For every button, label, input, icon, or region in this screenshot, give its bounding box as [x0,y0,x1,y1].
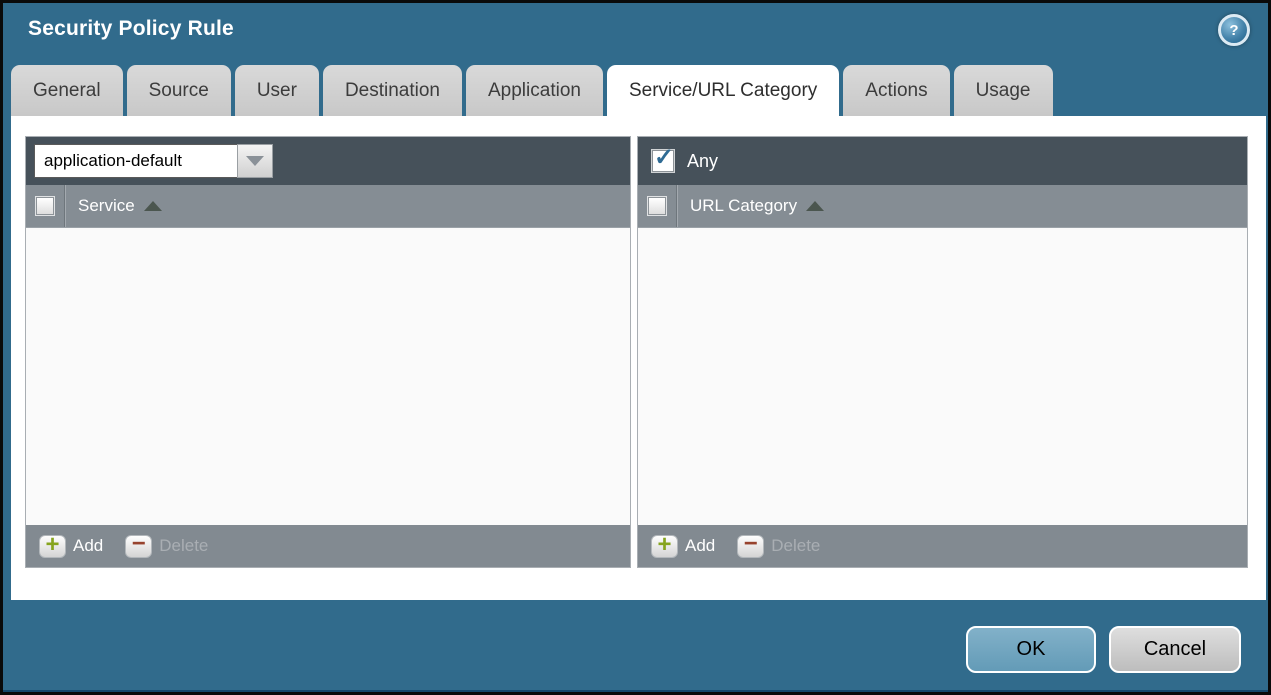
question-mark-glyph: ? [1229,21,1239,39]
url-category-select-all-cell [638,185,677,227]
tab-bar: General Source User Destination Applicat… [11,65,1053,116]
tab-user[interactable]: User [234,65,319,116]
service-select-all-checkbox[interactable] [36,197,54,215]
tab-application[interactable]: Application [466,65,603,116]
service-type-combobox [34,144,273,178]
service-toolbar [26,137,630,185]
delete-icon[interactable]: − [737,532,765,558]
url-category-toolbar: ✓ Any [638,137,1247,185]
tab-general[interactable]: General [11,65,123,116]
cancel-button[interactable]: Cancel [1109,626,1241,673]
tab-service-url-category[interactable]: Service/URL Category [606,65,840,116]
add-icon[interactable]: + [39,533,66,558]
url-category-column-header[interactable]: URL Category [690,196,797,216]
dialog-content: Service + Add − Delete ✓ [11,116,1266,600]
tab-usage[interactable]: Usage [953,65,1053,116]
url-category-table-header: URL Category [638,185,1247,228]
tab-destination[interactable]: Destination [322,65,462,116]
sort-ascending-icon[interactable] [806,201,825,211]
any-label: Any [687,150,719,171]
any-row: ✓ Any [646,146,719,172]
security-policy-rule-dialog: Security Policy Rule ? General Source Us… [3,3,1268,692]
any-checkbox[interactable]: ✓ [652,146,674,172]
url-category-delete-button[interactable]: Delete [771,536,820,556]
service-type-input[interactable] [34,144,237,178]
delete-icon[interactable]: − [125,532,153,558]
chevron-down-icon [246,156,264,166]
url-category-panel: ✓ Any URL Category + Add − Delete [637,136,1248,568]
add-icon[interactable]: + [651,533,678,558]
service-select-all-cell [26,185,65,227]
service-panel: Service + Add − Delete [25,136,631,568]
service-delete-button[interactable]: Delete [159,536,208,556]
service-type-dropdown-button[interactable] [237,144,273,178]
service-column-header[interactable]: Service [78,196,135,216]
service-footer: + Add − Delete [26,525,630,567]
url-category-footer: + Add − Delete [638,525,1247,567]
service-add-button[interactable]: Add [73,536,103,556]
url-category-list[interactable] [638,228,1247,525]
tab-actions[interactable]: Actions [843,65,950,116]
checkmark-icon: ✓ [653,144,675,171]
service-list[interactable] [26,228,630,525]
tab-source[interactable]: Source [126,65,231,116]
help-icon[interactable]: ? [1218,14,1250,46]
dialog-title: Security Policy Rule [28,17,234,40]
url-category-select-all-checkbox[interactable] [648,197,666,215]
sort-ascending-icon[interactable] [143,201,162,211]
ok-button[interactable]: OK [966,626,1096,673]
url-category-add-button[interactable]: Add [685,536,715,556]
service-table-header: Service [26,185,630,228]
